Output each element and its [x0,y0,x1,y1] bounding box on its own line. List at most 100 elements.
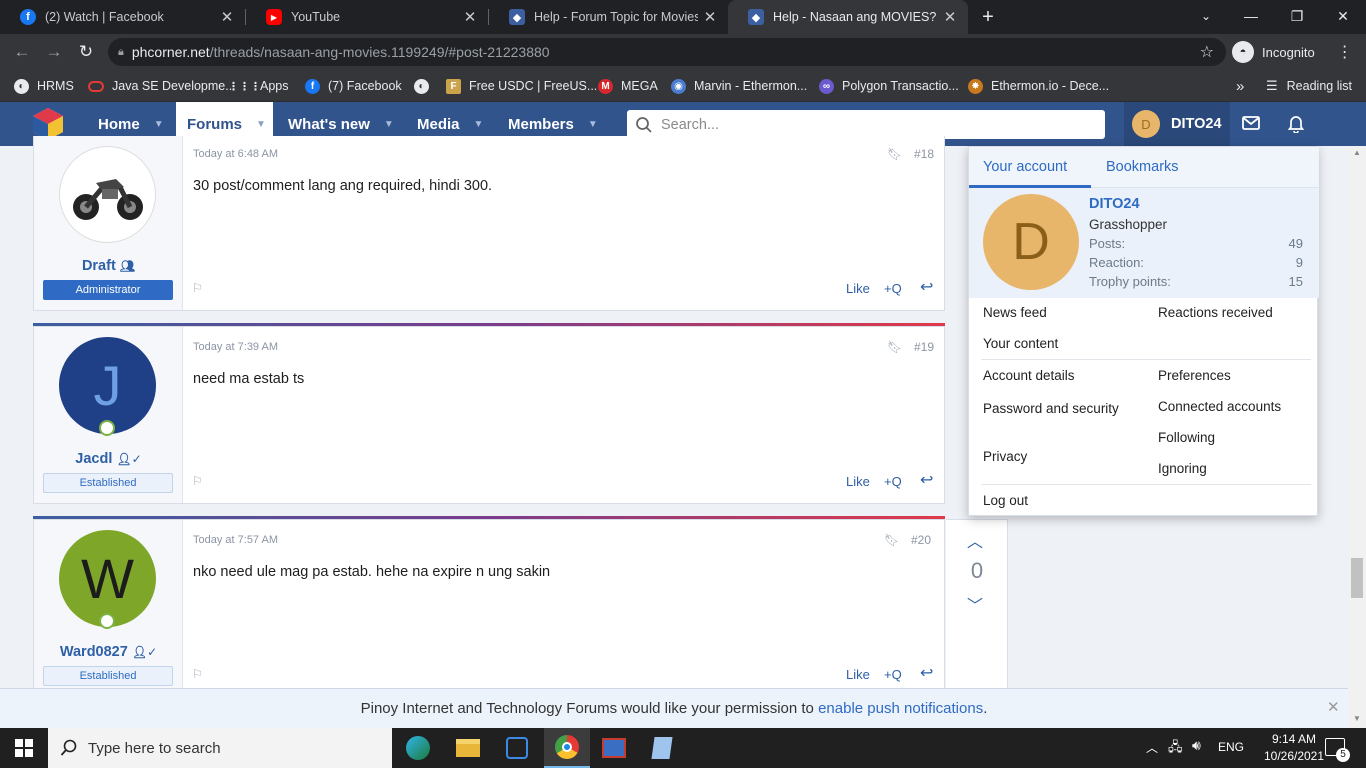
new-tab-button[interactable]: + [976,5,1000,29]
quote-button[interactable]: +Q [884,281,902,296]
report-flag-icon[interactable]: ⚐ [192,281,203,295]
network-icon[interactable]: 🖧︎ [1168,738,1183,760]
chevron-down-icon[interactable]: ▼ [154,119,164,130]
post-author[interactable]: Ward0827 👤︎✓ [34,644,183,660]
volume-icon[interactable]: 🔊︎ [1192,737,1201,754]
tab-facebook[interactable]: f (2) Watch | Facebook ✕ [0,0,245,34]
reply-icon[interactable]: ↩ [920,277,933,297]
remote-desktop-icon[interactable] [594,732,634,764]
edge-icon[interactable] [398,732,438,764]
bookmark-mega[interactable]: M MEGA [598,77,658,95]
url-bar[interactable]: 🔒︎ phcorner.net /threads/nasaan-ang-movi… [108,38,1226,66]
avatar[interactable] [59,146,156,243]
language-indicator[interactable]: ENG [1218,740,1244,754]
bookmark-java-se[interactable]: Java SE Developme... [88,77,236,95]
post-number[interactable]: #18 [914,147,934,161]
post-number[interactable]: #20 [911,533,931,547]
tab-nasaan-ang-movies[interactable]: ◆ Help - Nasaan ang MOVIES? | Pin ✕ [728,0,968,34]
close-window-button[interactable]: ✕ [1320,0,1366,32]
incognito-indicator[interactable]: ◓ Incognito ⋮ [1232,39,1353,65]
menu-icon[interactable]: ⋮ [1337,42,1353,62]
link-following[interactable]: Following [1158,430,1215,445]
minimize-button[interactable]: — [1228,0,1274,32]
link-your-content[interactable]: Your content [983,336,1058,351]
reload-button[interactable]: ↻ [74,40,98,64]
close-icon[interactable]: ✕ [698,8,722,26]
bookmark-apps[interactable]: ⋮⋮⋮ Apps [228,77,289,95]
chevron-down-icon[interactable]: ▼ [384,119,394,130]
user-menu-trigger[interactable]: D DITO24 [1124,102,1230,146]
clock-date[interactable]: 10/26/2021 [1262,749,1326,763]
post-timestamp[interactable]: Today at 7:39 AM [193,341,278,353]
link-password-security[interactable]: Password and security [983,399,1123,418]
link-news-feed[interactable]: News feed [983,305,1047,320]
chevron-down-icon[interactable]: ▼ [588,119,598,130]
link-connected-accounts[interactable]: Connected accounts [1158,399,1281,414]
bookmark-globe[interactable]: ◐ [414,77,437,95]
like-button[interactable]: Like [846,667,870,682]
forward-button[interactable]: → [42,40,66,64]
taskbar-search-input[interactable]: Type here to search [48,728,392,768]
file-explorer-icon[interactable] [448,732,488,764]
upvote-chevron-up-icon[interactable]: ︿ [967,528,983,552]
logout-link[interactable]: Log out [983,493,1028,508]
account-username[interactable]: DITO24 [1089,196,1140,212]
link-ignoring[interactable]: Ignoring [1158,461,1207,476]
bookmark-free-usdc[interactable]: F Free USDC | FreeUS... [446,77,597,95]
back-button[interactable]: ← [10,40,34,64]
bookmark-icon[interactable]: 🔖︎ [887,147,902,161]
link-preferences[interactable]: Preferences [1158,368,1231,383]
post-author[interactable]: Draft 👥︎ [34,258,183,274]
more-bookmarks-icon[interactable]: » [1236,77,1244,95]
scroll-down-arrow[interactable]: ▼ [1353,714,1361,723]
reply-icon[interactable]: ↩ [920,663,933,683]
inbox-icon[interactable] [1242,115,1262,133]
link-reactions-received[interactable]: Reactions received [1158,305,1273,320]
show-hidden-icons[interactable]: ︿ [1146,739,1158,756]
tab-search-icon[interactable]: ⌄ [1183,0,1229,32]
bookmark-hrms[interactable]: ◐ HRMS [14,77,74,95]
quote-button[interactable]: +Q [884,667,902,682]
tab-your-account[interactable]: Your account [983,159,1067,175]
tab-bookmarks[interactable]: Bookmarks [1106,159,1179,175]
downvote-chevron-down-icon[interactable]: ﹀ [967,592,983,616]
report-flag-icon[interactable]: ⚐ [192,474,203,488]
like-button[interactable]: Like [846,474,870,489]
close-icon[interactable]: ✕ [215,8,239,26]
close-icon[interactable]: ✕ [1327,698,1340,716]
like-button[interactable]: Like [846,281,870,296]
report-flag-icon[interactable]: ⚐ [192,667,203,681]
close-icon[interactable]: ✕ [458,8,482,26]
enable-push-link[interactable]: enable push notifications [818,700,983,717]
maximize-button[interactable]: ❐ [1274,0,1320,32]
reading-list-button[interactable]: ☰ Reading list [1266,77,1352,95]
star-icon[interactable]: ☆ [1200,42,1214,62]
post-number[interactable]: #19 [914,340,934,354]
search-input[interactable]: Search... [627,110,1105,139]
windows-start-icon[interactable] [4,732,44,764]
post-timestamp[interactable]: Today at 6:48 AM [193,148,278,160]
link-privacy[interactable]: Privacy [983,449,1027,464]
bookmark-ethermon[interactable]: ✸ Ethermon.io - Dece... [968,77,1109,95]
bookmark-facebook[interactable]: f (7) Facebook [305,77,402,95]
bookmark-marvin[interactable]: ◉ Marvin - Ethermon... [671,77,807,95]
clock-time[interactable]: 9:14 AM [1262,732,1326,746]
avatar[interactable]: D [983,194,1079,290]
close-icon[interactable]: ✕ [938,8,962,26]
post-author[interactable]: Jacdl 👤︎✓ [34,451,183,467]
snipping-tool-icon[interactable] [497,732,537,764]
scroll-up-arrow[interactable]: ▲ [1353,148,1361,157]
tab-forum-topic[interactable]: ◆ Help - Forum Topic for Movies M ✕ [489,0,728,34]
bookmark-icon[interactable]: 🔖︎ [884,533,899,547]
bookmark-icon[interactable]: 🔖︎ [887,340,902,354]
quote-button[interactable]: +Q [884,474,902,489]
chrome-icon[interactable] [544,728,590,768]
page-scrollbar[interactable]: ▲ ▼ [1348,146,1366,728]
tab-youtube[interactable]: ▶ YouTube ✕ [246,0,488,34]
link-account-details[interactable]: Account details [983,368,1075,383]
reply-icon[interactable]: ↩ [920,470,933,490]
chevron-down-icon[interactable]: ▼ [256,119,266,130]
notepad-icon[interactable] [642,732,682,764]
bookmark-polygon[interactable]: ∞ Polygon Transactio... [819,77,959,95]
bell-icon[interactable] [1287,114,1307,134]
